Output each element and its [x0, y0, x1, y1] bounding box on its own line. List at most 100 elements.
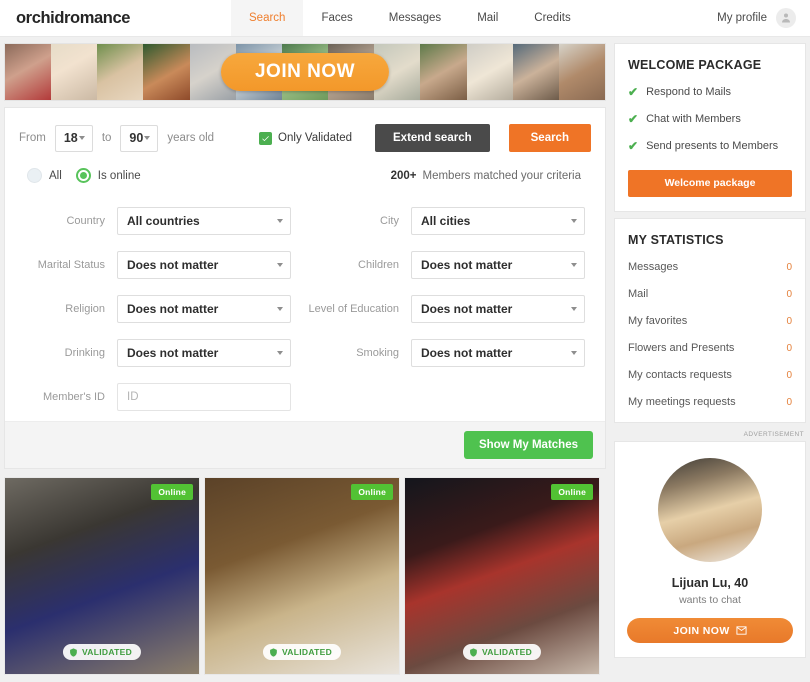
validated-badge-label: VALIDATED	[281, 647, 333, 657]
validated-badge-label: VALIDATED	[81, 647, 133, 657]
radio-is-online[interactable]: Is online	[75, 168, 141, 183]
envelope-icon	[736, 626, 747, 635]
select-smoking[interactable]: Does not matter	[411, 339, 585, 367]
nav-item-mail[interactable]: Mail	[459, 0, 516, 36]
main-column: JOIN NOW From 18 to 90 years old Only Va…	[4, 43, 606, 682]
online-filter-row: All Is online 200+ Members matched your …	[19, 168, 591, 183]
chevron-down-icon	[571, 307, 577, 311]
age-to-select[interactable]: 90	[120, 124, 159, 152]
stat-value: 0	[786, 342, 792, 354]
search-panel-footer: Show My Matches	[5, 421, 605, 468]
age-filter-row: From 18 to 90 years old Only Validated E…	[19, 124, 591, 152]
select-children[interactable]: Does not matter	[411, 251, 585, 279]
online-badge: Online	[351, 484, 393, 500]
join-now-button[interactable]: JOIN NOW	[220, 53, 390, 91]
label-children: Children	[358, 259, 399, 271]
advertisement-join-label: JOIN NOW	[673, 624, 730, 637]
select-city[interactable]: All cities	[411, 207, 585, 235]
stat-value: 0	[786, 369, 792, 381]
nav-item-search[interactable]: Search	[231, 0, 304, 36]
radio-on-icon	[75, 168, 91, 183]
welcome-perk: ✔ Chat with Members	[628, 113, 792, 125]
banner-face-tile	[512, 44, 559, 100]
from-label: From	[19, 132, 46, 144]
stat-row-my-contacts-requests[interactable]: My contacts requests 0	[628, 369, 792, 381]
my-statistics-title: MY STATISTICS	[628, 233, 724, 247]
shield-check-icon	[70, 647, 77, 657]
online-badge: Online	[151, 484, 193, 500]
select-city-value: All cities	[421, 214, 471, 228]
label-smoking: Smoking	[356, 347, 399, 359]
main-navigation: Search Faces Messages Mail Credits	[231, 0, 589, 36]
select-religion[interactable]: Does not matter	[117, 295, 291, 323]
members-id-input[interactable]	[117, 383, 291, 411]
profile-card[interactable]: Online VALIDATED	[204, 477, 400, 675]
chevron-down-icon	[277, 351, 283, 355]
online-badge: Online	[551, 484, 593, 500]
label-members-id: Member's ID	[43, 391, 105, 403]
profile-card-list: Online VALIDATED Online VALIDATED Online	[4, 477, 606, 675]
checkmark-icon	[259, 131, 273, 145]
welcome-perk-label: Send presents to Members	[646, 140, 779, 152]
nav-item-messages[interactable]: Messages	[371, 0, 459, 36]
match-count-text: Members matched your criteria	[422, 169, 582, 182]
banner-face-tile	[51, 44, 98, 100]
filter-grid: Country All countries City All cities Ma…	[5, 193, 605, 421]
site-logo[interactable]: orchidromance	[0, 0, 146, 36]
select-level-of-education-value: Does not matter	[421, 302, 513, 316]
age-from-value: 18	[63, 131, 78, 145]
advertisement-subtitle: wants to chat	[679, 594, 741, 606]
profile-card[interactable]: Online VALIDATED	[4, 477, 200, 675]
header-user-area: My profile	[717, 0, 810, 36]
only-validated-checkbox[interactable]: Only Validated	[259, 131, 352, 145]
only-validated-label: Only Validated	[278, 132, 352, 144]
stat-label: Mail	[628, 288, 649, 300]
stat-value: 0	[786, 288, 792, 300]
radio-all[interactable]: All	[27, 168, 62, 183]
select-marital-status-value: Does not matter	[127, 258, 219, 272]
age-from-select[interactable]: 18	[54, 124, 93, 152]
select-children-value: Does not matter	[421, 258, 513, 272]
chevron-down-icon	[277, 219, 283, 223]
select-level-of-education[interactable]: Does not matter	[411, 295, 585, 323]
label-drinking: Drinking	[64, 347, 105, 359]
chevron-down-icon	[571, 351, 577, 355]
sidebar: WELCOME PACKAGE ✔ Respond to Mails ✔ Cha…	[614, 43, 806, 682]
chevron-down-icon	[144, 136, 151, 140]
years-old-label: years old	[167, 132, 215, 144]
stat-row-flowers-and-presents[interactable]: Flowers and Presents 0	[628, 342, 792, 354]
welcome-package-title: WELCOME PACKAGE	[628, 58, 762, 72]
validated-badge: VALIDATED	[462, 644, 542, 660]
advertisement-card[interactable]: Lijuan Lu, 40 wants to chat JOIN NOW	[614, 441, 806, 658]
my-profile-link[interactable]: My profile	[717, 12, 767, 24]
advertisement-join-now-button[interactable]: JOIN NOW	[627, 618, 793, 643]
shield-check-icon	[270, 647, 277, 657]
check-icon: ✔	[628, 139, 639, 153]
welcome-perk: ✔ Send presents to Members	[628, 140, 792, 152]
welcome-package-button[interactable]: Welcome package	[628, 170, 792, 197]
radio-off-icon	[27, 168, 42, 183]
user-avatar-icon[interactable]	[776, 8, 796, 28]
check-icon: ✔	[628, 85, 639, 99]
stat-row-messages[interactable]: Messages 0	[628, 261, 792, 273]
nav-item-credits[interactable]: Credits	[516, 0, 588, 36]
banner-face-tile	[143, 44, 190, 100]
select-religion-value: Does not matter	[127, 302, 219, 316]
select-drinking[interactable]: Does not matter	[117, 339, 291, 367]
validated-badge: VALIDATED	[62, 644, 142, 660]
search-button[interactable]: Search	[508, 124, 591, 152]
chevron-down-icon	[571, 219, 577, 223]
stat-label: My favorites	[628, 315, 688, 327]
select-country[interactable]: All countries	[117, 207, 291, 235]
select-marital-status[interactable]: Does not matter	[117, 251, 291, 279]
extend-search-button[interactable]: Extend search	[375, 124, 490, 152]
stat-row-my-favorites[interactable]: My favorites 0	[628, 315, 792, 327]
nav-item-faces[interactable]: Faces	[303, 0, 370, 36]
profile-card[interactable]: Online VALIDATED	[404, 477, 600, 675]
check-icon: ✔	[628, 112, 639, 126]
my-statistics-card: MY STATISTICS Messages 0 Mail 0 My favor…	[614, 218, 806, 423]
stat-row-mail[interactable]: Mail 0	[628, 288, 792, 300]
join-now-banner[interactable]: JOIN NOW	[4, 43, 606, 101]
stat-row-my-meetings-requests[interactable]: My meetings requests 0	[628, 396, 792, 408]
show-my-matches-button[interactable]: Show My Matches	[463, 431, 593, 459]
